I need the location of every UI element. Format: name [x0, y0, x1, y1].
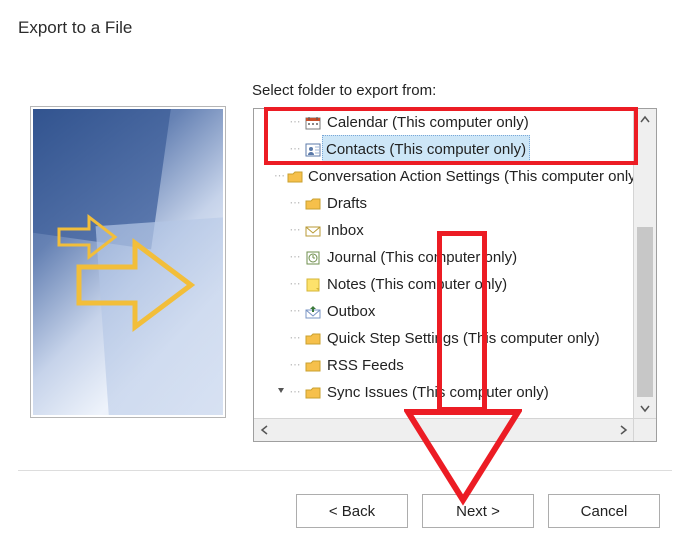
- scroll-right-button[interactable]: [612, 419, 634, 441]
- tree-connector: ⋯: [288, 325, 302, 352]
- tree-connector: ⋯: [288, 271, 302, 298]
- tree-item-label: Drafts: [326, 190, 368, 217]
- horizontal-scrollbar[interactable]: [254, 418, 634, 441]
- tree-item[interactable]: ⋯ Outbox: [254, 298, 634, 325]
- wizard-image: [33, 109, 223, 415]
- tree-item[interactable]: ⋯ Notes (This computer only): [254, 271, 634, 298]
- folder-icon: [304, 358, 322, 374]
- tree-connector: ⋯: [288, 190, 302, 217]
- folder-icon: [304, 331, 322, 347]
- tree-connector: ⋯: [288, 244, 302, 271]
- tree-item-label: Calendar (This computer only): [326, 109, 530, 136]
- next-button[interactable]: Next >: [422, 494, 534, 528]
- tree-item-label: Conversation Action Settings (This compu…: [307, 163, 634, 190]
- tree-connector: ⋯: [288, 379, 302, 406]
- wizard-image-frame: [30, 106, 226, 418]
- separator: [18, 470, 672, 471]
- journal-icon: [304, 250, 322, 266]
- button-row: < Back Next > Cancel: [296, 494, 660, 528]
- folder-tree[interactable]: ⋯ Calendar (This computer only) ⋯ Contacts …: [253, 108, 657, 442]
- tree-item[interactable]: ⋯ Inbox: [254, 217, 634, 244]
- tree-item[interactable]: ⋯ Contacts (This computer only): [254, 136, 634, 163]
- tree-item-label: Sync Issues (This computer only): [326, 379, 550, 406]
- tree-item[interactable]: ⋯ Journal (This computer only): [254, 244, 634, 271]
- tree-connector: ⋯: [288, 298, 302, 325]
- scroll-up-button[interactable]: [634, 109, 656, 131]
- tree-item-label: Contacts (This computer only): [322, 135, 530, 164]
- tree-item[interactable]: ⋯ Conversation Action Settings (This comp…: [254, 163, 634, 190]
- contacts-icon: [304, 142, 322, 158]
- scroll-left-button[interactable]: [254, 419, 276, 441]
- tree-item[interactable]: ⋯ Sync Issues (This computer only): [254, 379, 634, 406]
- tree-item-label: Inbox: [326, 217, 365, 244]
- folder-icon: [304, 385, 322, 401]
- cancel-button[interactable]: Cancel: [548, 494, 660, 528]
- tree-item[interactable]: ⋯ Drafts: [254, 190, 634, 217]
- tree-item[interactable]: ⋯ RSS Feeds: [254, 352, 634, 379]
- dialog-title: Export to a File: [18, 18, 132, 38]
- tree-item[interactable]: ⋯ Calendar (This computer only): [254, 109, 634, 136]
- tree-label: Select folder to export from:: [252, 82, 436, 99]
- tree-item-label: Quick Step Settings (This computer only): [326, 325, 601, 352]
- tree-item-label: Journal (This computer only): [326, 244, 518, 271]
- folder-icon: [287, 169, 303, 185]
- tree-connector: ⋯: [274, 163, 285, 190]
- folder-icon: [304, 196, 322, 212]
- tree-connector: ⋯: [288, 352, 302, 379]
- scroll-corner: [633, 418, 656, 441]
- tree-connector: ⋯: [288, 109, 302, 136]
- tree-connector: ⋯: [288, 136, 302, 163]
- back-button[interactable]: < Back: [296, 494, 408, 528]
- notes-icon: [304, 277, 322, 293]
- outbox-icon: [304, 304, 322, 320]
- vertical-scrollbar[interactable]: [633, 109, 656, 419]
- expander-icon[interactable]: [274, 379, 288, 406]
- tree-item-label: Notes (This computer only): [326, 271, 508, 298]
- calendar-icon: [304, 115, 322, 131]
- tree-item-label: Outbox: [326, 298, 376, 325]
- tree-item[interactable]: ⋯ Quick Step Settings (This computer only…: [254, 325, 634, 352]
- scroll-thumb[interactable]: [637, 227, 653, 397]
- arrow-icon: [73, 229, 203, 339]
- tree-connector: ⋯: [288, 217, 302, 244]
- inbox-icon: [304, 223, 322, 239]
- scroll-down-button[interactable]: [634, 397, 656, 419]
- tree-item-label: RSS Feeds: [326, 352, 405, 379]
